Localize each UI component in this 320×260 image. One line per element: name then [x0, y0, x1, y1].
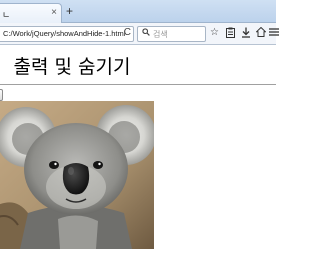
page-title: ㅣ 출력 및 숨기기 — [0, 56, 131, 78]
new-tab-button[interactable]: + — [66, 4, 73, 18]
url-text: C:/Work/jQuery/showAndHide-1.html — [3, 29, 126, 38]
search-input[interactable]: 검색 — [137, 26, 206, 42]
home-icon[interactable] — [255, 26, 267, 41]
search-placeholder: 검색 — [153, 30, 168, 39]
tab-title: ㄴ — [2, 10, 11, 20]
divider — [0, 84, 276, 85]
star-icon[interactable]: ☆ — [210, 27, 219, 39]
address-bar[interactable]: C:/Work/jQuery/showAndHide-1.html C — [0, 26, 134, 42]
menu-icon[interactable] — [269, 27, 279, 41]
clipboard-icon[interactable] — [226, 27, 235, 42]
browser-tab[interactable]: ㄴ × — [0, 3, 62, 23]
download-icon[interactable] — [241, 27, 251, 42]
close-icon[interactable]: × — [51, 7, 57, 18]
navigation-bar: C:/Work/jQuery/showAndHide-1.html C 검색 ☆ — [0, 23, 279, 45]
hide-button[interactable]: 기 — [0, 89, 4, 101]
search-icon — [142, 28, 150, 38]
tab-bar: ㄴ × + — [0, 0, 276, 23]
reload-icon[interactable]: C — [124, 27, 131, 38]
koala-image — [0, 101, 154, 249]
